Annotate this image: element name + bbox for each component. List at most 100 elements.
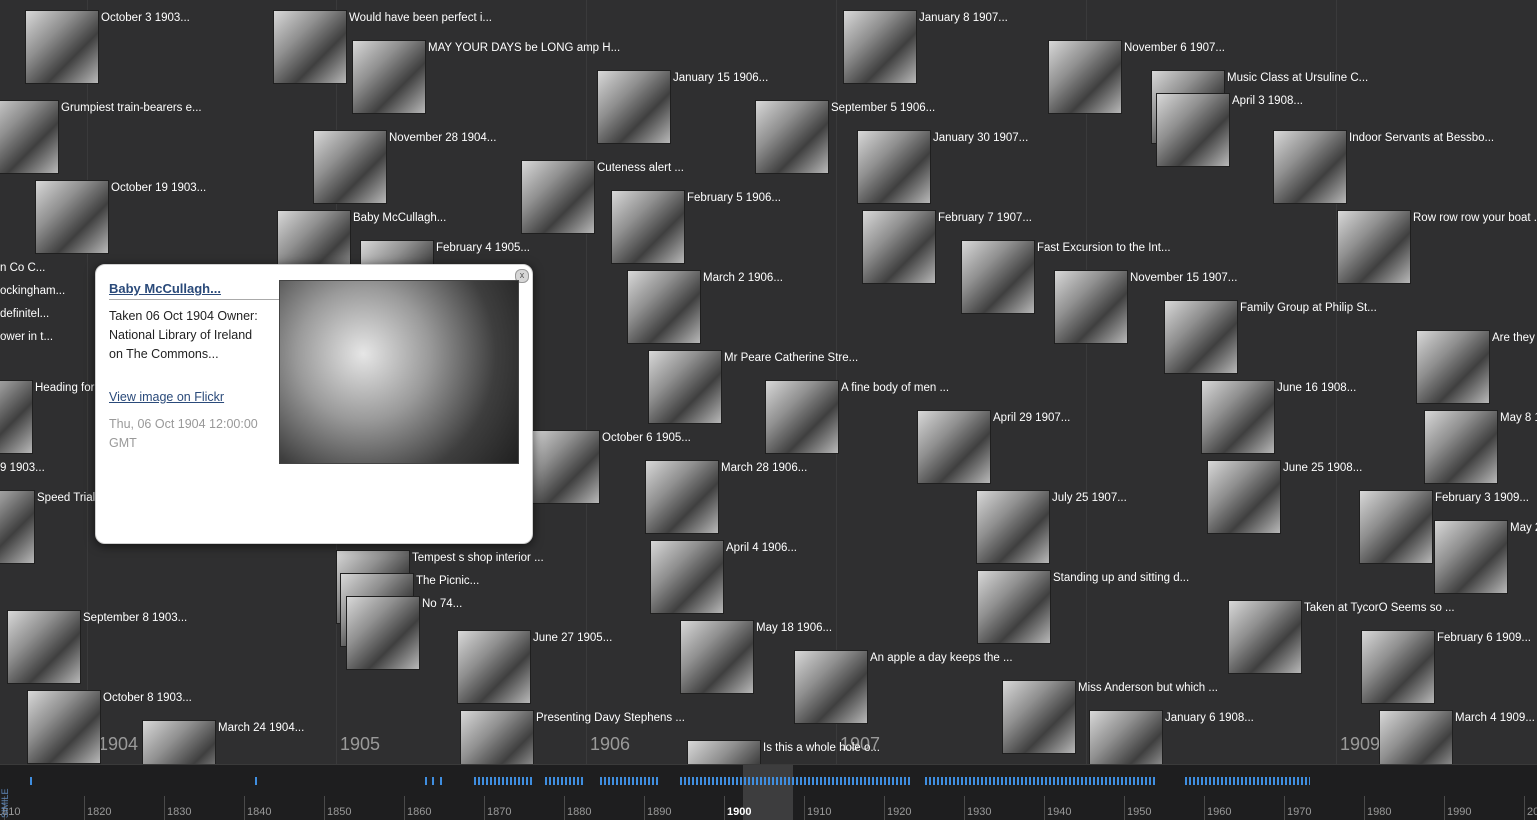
event-label[interactable]: November 15 1907... — [1130, 272, 1237, 284]
event-label[interactable]: MAY YOUR DAYS be LONG amp H... — [428, 42, 620, 54]
event-label[interactable]: No 74... — [422, 598, 462, 610]
event-label[interactable]: Standing up and sitting d... — [1053, 572, 1189, 584]
event-thumbnail[interactable] — [0, 380, 33, 454]
event-label[interactable]: Grumpiest train-bearers e... — [61, 102, 202, 114]
event-thumbnail[interactable] — [1201, 380, 1275, 454]
event-thumbnail[interactable] — [313, 130, 387, 204]
event-thumbnail[interactable] — [142, 720, 216, 764]
event-thumbnail[interactable] — [273, 10, 347, 84]
event-thumbnail[interactable] — [352, 40, 426, 114]
event-label[interactable]: June 16 1908... — [1277, 382, 1356, 394]
event-thumbnail[interactable] — [857, 130, 931, 204]
event-thumbnail[interactable] — [27, 690, 101, 764]
event-label[interactable]: November 6 1907... — [1124, 42, 1225, 54]
event-label[interactable]: Indoor Servants at Bessbo... — [1349, 132, 1494, 144]
event-thumbnail[interactable] — [346, 596, 420, 670]
event-label[interactable]: June 27 1905... — [533, 632, 612, 644]
event-thumbnail[interactable] — [650, 540, 724, 614]
event-thumbnail[interactable] — [1379, 710, 1453, 764]
event-thumbnail[interactable] — [1228, 600, 1302, 674]
event-label[interactable]: Cuteness alert ... — [597, 162, 684, 174]
event-thumbnail[interactable] — [1002, 680, 1076, 754]
event-label[interactable]: February 7 1907... — [938, 212, 1032, 224]
event-thumbnail[interactable] — [1424, 410, 1498, 484]
event-label[interactable]: September 5 1906... — [831, 102, 935, 114]
event-thumbnail[interactable] — [976, 490, 1050, 564]
event-thumbnail[interactable] — [35, 180, 109, 254]
event-label[interactable]: February 6 1909... — [1437, 632, 1531, 644]
event-label[interactable]: October 19 1903... — [111, 182, 206, 194]
event-label[interactable]: October 8 1903... — [103, 692, 192, 704]
event-label[interactable]: Presenting Davy Stephens ... — [536, 712, 685, 724]
event-label[interactable]: Music Class at Ursuline C... — [1227, 72, 1368, 84]
popup-title-link[interactable]: Baby McCullagh... — [109, 281, 221, 296]
event-label[interactable]: May 2 — [1510, 522, 1537, 534]
event-label[interactable]: October 3 1903... — [101, 12, 190, 24]
event-label[interactable]: Is this a whole hole o... — [763, 742, 880, 754]
event-label[interactable]: Heading for — [35, 382, 94, 394]
event-label[interactable]: October 6 1905... — [602, 432, 691, 444]
event-thumbnail[interactable] — [1359, 490, 1433, 564]
event-thumbnail[interactable] — [460, 710, 534, 764]
event-thumbnail[interactable] — [1207, 460, 1281, 534]
event-label[interactable]: January 6 1908... — [1165, 712, 1254, 724]
event-label[interactable]: Are they — [1492, 332, 1535, 344]
event-thumbnail[interactable] — [794, 650, 868, 724]
event-thumbnail[interactable] — [687, 740, 761, 764]
event-thumbnail[interactable] — [648, 350, 722, 424]
event-thumbnail[interactable] — [977, 570, 1051, 644]
event-label[interactable]: January 30 1907... — [933, 132, 1028, 144]
event-thumbnail[interactable] — [862, 210, 936, 284]
event-label[interactable]: March 2 1906... — [703, 272, 783, 284]
event-label[interactable]: September 8 1903... — [83, 612, 187, 624]
event-label[interactable]: July 25 1907... — [1052, 492, 1127, 504]
event-label[interactable]: March 24 1904... — [218, 722, 304, 734]
event-label[interactable]: Taken at TycorO Seems so ... — [1304, 602, 1455, 614]
event-thumbnail[interactable] — [597, 70, 671, 144]
event-label[interactable]: February 3 1909... — [1435, 492, 1529, 504]
event-label[interactable]: Tempest s shop interior ... — [412, 552, 544, 564]
event-thumbnail[interactable] — [645, 460, 719, 534]
event-thumbnail[interactable] — [611, 190, 685, 264]
flickr-link[interactable]: View image on Flickr — [109, 390, 224, 404]
event-label[interactable]: May 18 1906... — [756, 622, 832, 634]
event-label[interactable]: Family Group at Philip St... — [1240, 302, 1377, 314]
event-thumbnail[interactable] — [1434, 520, 1508, 594]
event-thumbnail[interactable] — [1048, 40, 1122, 114]
event-thumbnail[interactable] — [7, 610, 81, 684]
event-label-cut[interactable]: definitel... — [0, 308, 49, 320]
event-label[interactable]: March 4 1909... — [1455, 712, 1535, 724]
event-thumbnail[interactable] — [1089, 710, 1163, 764]
simile-logo[interactable]: SIMILE — [0, 742, 10, 818]
event-thumbnail[interactable] — [1337, 210, 1411, 284]
event-label-cut[interactable]: n Co C... — [0, 262, 45, 274]
event-thumbnail[interactable] — [0, 490, 35, 564]
event-label[interactable]: January 15 1906... — [673, 72, 768, 84]
event-label[interactable]: March 28 1906... — [721, 462, 807, 474]
event-thumbnail[interactable] — [765, 380, 839, 454]
event-label[interactable]: The Picnic... — [416, 575, 479, 587]
event-label-cut[interactable]: ockingham... — [0, 285, 65, 297]
event-label[interactable]: Baby McCullagh... — [353, 212, 446, 224]
event-thumbnail[interactable] — [843, 10, 917, 84]
event-thumbnail[interactable] — [1273, 130, 1347, 204]
event-thumbnail[interactable] — [680, 620, 754, 694]
event-label[interactable]: April 4 1906... — [726, 542, 797, 554]
event-thumbnail[interactable] — [961, 240, 1035, 314]
event-thumbnail[interactable] — [1164, 300, 1238, 374]
event-label[interactable]: April 29 1907... — [993, 412, 1070, 424]
event-label[interactable]: November 28 1904... — [389, 132, 496, 144]
event-thumbnail[interactable] — [755, 100, 829, 174]
event-thumbnail[interactable] — [1361, 630, 1435, 704]
event-thumbnail[interactable] — [457, 630, 531, 704]
event-label[interactable]: February 4 1905... — [436, 242, 530, 254]
event-label-cut[interactable]: ower in t... — [0, 331, 53, 343]
event-label[interactable]: June 25 1908... — [1283, 462, 1362, 474]
event-label[interactable]: April 3 1908... — [1232, 95, 1303, 107]
event-label-cut[interactable]: 9 1903... — [0, 462, 45, 474]
event-label[interactable]: A fine body of men ... — [841, 382, 949, 394]
event-label[interactable]: February 5 1906... — [687, 192, 781, 204]
event-thumbnail[interactable] — [526, 430, 600, 504]
event-label[interactable]: January 8 1907... — [919, 12, 1008, 24]
event-thumbnail[interactable] — [25, 10, 99, 84]
